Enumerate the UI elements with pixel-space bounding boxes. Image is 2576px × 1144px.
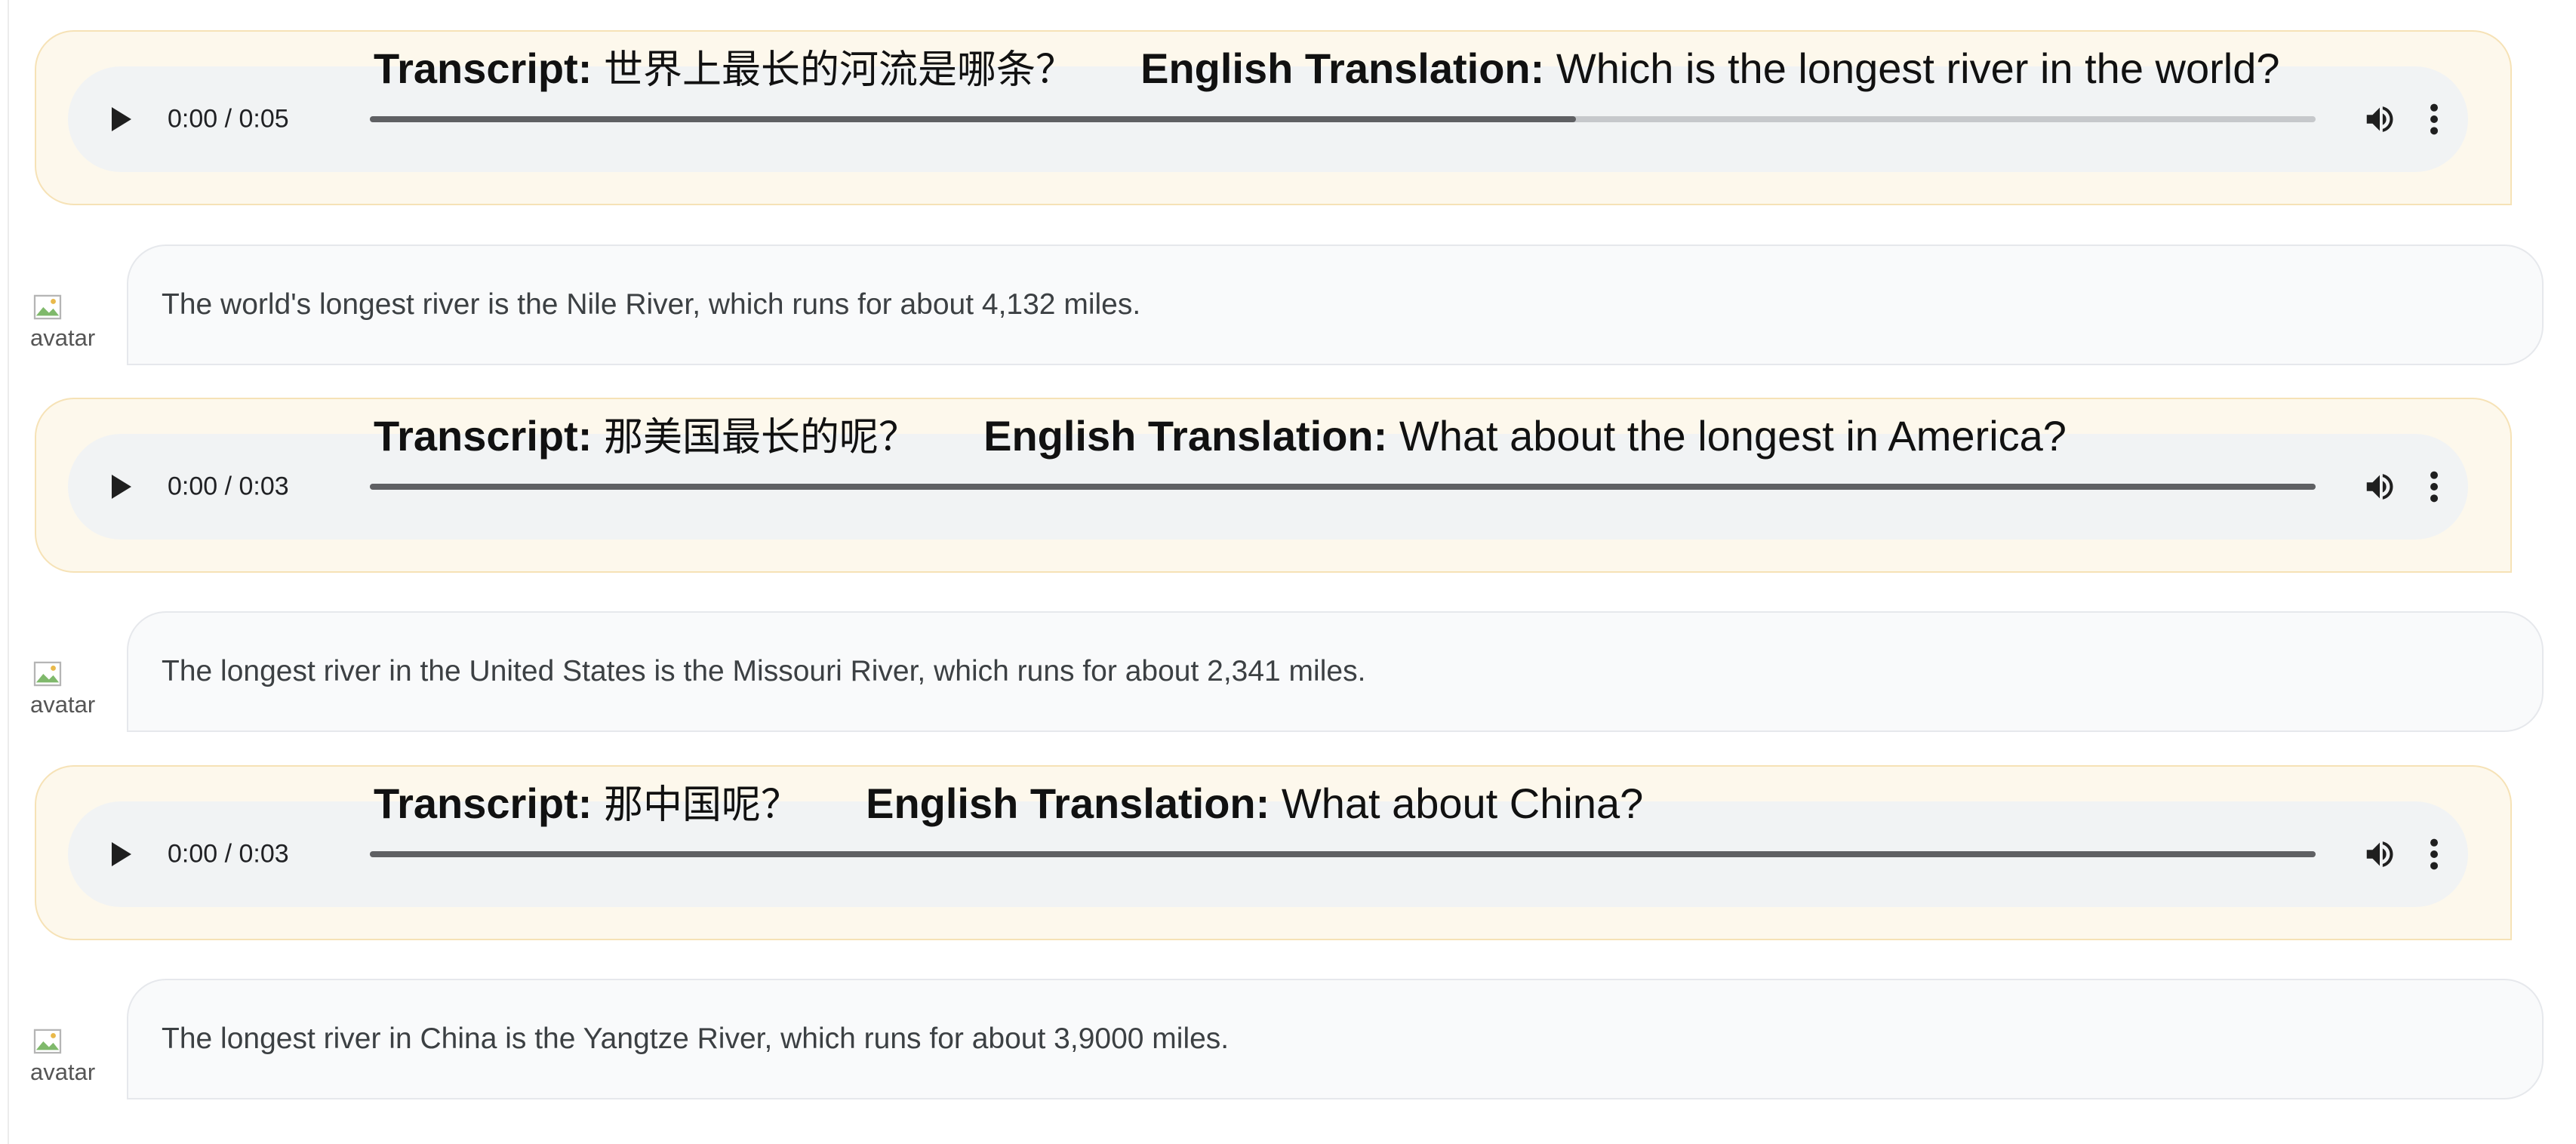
bot-message: avatar The world's longest river is the … [0,244,2576,373]
translation-label: English Translation: [1140,45,1545,92]
bot-bubble: The longest river in China is the Yangtz… [127,979,2544,1099]
audio-progress-track[interactable] [370,851,2316,857]
left-divider [8,0,9,1144]
broken-image-icon [33,1029,62,1054]
avatar: avatar [30,294,106,362]
bot-message-text: The longest river in the United States i… [162,655,1366,687]
transcript-caption: Transcript: 那美国最长的呢？ English Translation… [374,411,2067,463]
bot-message-text: The world's longest river is the Nile Ri… [162,288,1141,321]
play-icon[interactable] [112,107,131,131]
transcript-caption: Transcript: 那中国呢？ English Translation: W… [374,779,1643,830]
user-audio-message: 0:00 / 0:03 Transcript: 那美国最长的呢？ English… [35,398,2512,573]
volume-icon[interactable] [2362,837,2397,872]
volume-icon[interactable] [2362,469,2397,504]
user-audio-message: 0:00 / 0:03 Transcript: 那中国呢？ English Tr… [35,765,2512,940]
avatar-alt-text: avatar [30,691,96,718]
bot-message-text: The longest river in China is the Yangtz… [162,1023,1230,1055]
avatar: avatar [30,661,106,729]
user-audio-message: 0:00 / 0:05 Transcript: 世界上最长的河流是哪条？ Eng… [35,30,2512,205]
audio-progress-fill [370,851,2316,857]
audio-time: 0:00 / 0:03 [168,472,289,501]
bot-message: avatar The longest river in the United S… [0,611,2576,740]
translation-label: English Translation: [983,412,1388,460]
broken-image-icon [33,294,62,320]
avatar: avatar [30,1029,106,1096]
transcript-text: 世界上最长的河流是哪条？ [603,48,1075,93]
audio-progress-track[interactable] [370,484,2316,490]
transcript-text: 那中国呢？ [603,783,800,828]
play-icon[interactable] [112,842,131,866]
transcript-label: Transcript: [374,45,592,92]
avatar-alt-text: avatar [30,324,96,351]
more-vert-icon[interactable] [2427,837,2441,872]
transcript-label: Transcript: [374,412,592,460]
translation-label: English Translation: [866,780,1270,827]
audio-time: 0:00 / 0:05 [168,104,289,134]
translation-text: What about the longest in America? [1399,412,2067,460]
broken-image-icon [33,661,62,687]
avatar-alt-text: avatar [30,1059,96,1085]
bot-bubble: The longest river in the United States i… [127,611,2544,732]
play-icon[interactable] [112,475,131,499]
more-vert-icon[interactable] [2427,469,2441,504]
transcript-text: 那美国最长的呢？ [603,415,918,460]
transcript-caption: Transcript: 世界上最长的河流是哪条？ English Transla… [374,44,2280,95]
chat-page: 0:00 / 0:05 Transcript: 世界上最长的河流是哪条？ Eng… [0,0,2576,1144]
volume-icon[interactable] [2362,102,2397,137]
translation-text: What about China? [1281,780,1644,827]
audio-progress-fill [370,484,2316,490]
transcript-label: Transcript: [374,780,592,827]
audio-time: 0:00 / 0:03 [168,839,289,869]
audio-progress-track[interactable] [370,116,2316,122]
bot-message: avatar The longest river in China is the… [0,979,2576,1107]
translation-text: Which is the longest river in the world? [1556,45,2280,92]
bot-bubble: The world's longest river is the Nile Ri… [127,244,2544,365]
audio-progress-fill [370,116,1577,122]
more-vert-icon[interactable] [2427,102,2441,137]
